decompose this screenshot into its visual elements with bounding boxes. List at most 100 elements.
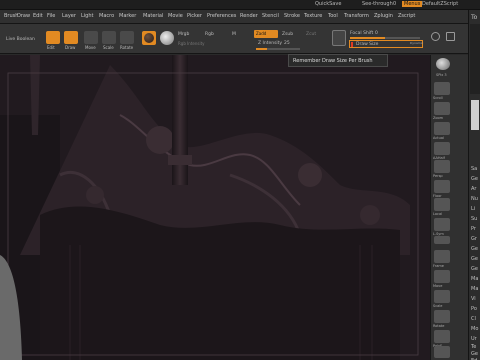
- palette-item-gr[interactable]: Gr: [471, 236, 477, 242]
- draw-label: Draw: [65, 45, 76, 50]
- menu-item-file[interactable]: File: [47, 13, 55, 19]
- palette-item-ge3[interactable]: Ge: [471, 256, 478, 262]
- zcut-button[interactable]: Zcut: [306, 32, 316, 37]
- tool-thumbnail-area[interactable]: [470, 24, 480, 94]
- quicksave-button[interactable]: QuickSave: [315, 1, 341, 7]
- menu-item-marker[interactable]: Marker: [119, 13, 136, 19]
- rotate-view-button[interactable]: [434, 310, 450, 323]
- menu-item-texture[interactable]: Texture: [304, 13, 322, 19]
- zoom-button[interactable]: [434, 102, 450, 115]
- actual-label: Actual: [433, 136, 444, 140]
- menus-button[interactable]: Menus: [402, 1, 423, 7]
- menu-item-edit[interactable]: Edit: [33, 13, 43, 19]
- m-button[interactable]: M: [232, 32, 236, 37]
- palette-item-nu[interactable]: Nu: [471, 196, 478, 202]
- polyf-button[interactable]: [434, 330, 450, 343]
- menu-item-macro[interactable]: Macro: [99, 13, 114, 19]
- palette-item-su[interactable]: Su: [471, 216, 477, 222]
- palette-item-mo[interactable]: Mo: [471, 326, 478, 332]
- live-boolean-button[interactable]: Live Boolean: [6, 37, 35, 42]
- see-through-label[interactable]: See-through: [362, 1, 393, 7]
- rotate-button[interactable]: [120, 31, 134, 44]
- lsym-button[interactable]: [434, 218, 450, 231]
- menu-item-zplugin[interactable]: Zplugin: [374, 13, 393, 19]
- menu-item-draw[interactable]: Draw: [17, 13, 30, 19]
- zoom-label: Zoom: [433, 116, 444, 120]
- draw-button[interactable]: [64, 31, 78, 44]
- tool-preview-icon[interactable]: [471, 100, 479, 130]
- frame-label: Frame: [433, 264, 444, 268]
- palette-item-ge5[interactable]: Ge: [471, 351, 478, 357]
- aahalf-button[interactable]: [434, 142, 450, 155]
- actual-button[interactable]: [434, 122, 450, 135]
- palette-item-ma2[interactable]: Ma: [471, 286, 478, 292]
- palette-item-ge2[interactable]: Ge: [471, 246, 478, 252]
- palette-item-cl[interactable]: Cl: [471, 316, 476, 322]
- menu-item-stroke[interactable]: Stroke: [284, 13, 300, 19]
- palette-item-ur[interactable]: Ur: [471, 336, 477, 342]
- move-view-button[interactable]: [434, 270, 450, 283]
- scale-view-button[interactable]: [434, 290, 450, 303]
- palette-item-po[interactable]: Po: [471, 306, 477, 312]
- menu-item-layer[interactable]: Layer: [62, 13, 76, 19]
- menu-item-picker[interactable]: Picker: [187, 13, 202, 19]
- brush-settings-icon[interactable]: [332, 30, 346, 46]
- xyz-button[interactable]: [434, 236, 450, 244]
- local-button[interactable]: [434, 198, 450, 211]
- menu-item-movie[interactable]: Movie: [168, 13, 183, 19]
- z-intensity-value: 25: [284, 41, 290, 46]
- persp-button[interactable]: [434, 160, 450, 173]
- palette-item-sa[interactable]: Sa: [471, 166, 477, 172]
- palette-item-ge[interactable]: Ge: [471, 176, 478, 182]
- menu-item-preferences[interactable]: Preferences: [207, 13, 236, 19]
- menu-item-material[interactable]: Material: [143, 13, 163, 19]
- menu-item-render[interactable]: Render: [240, 13, 258, 19]
- palette-item-li[interactable]: Li: [471, 206, 475, 212]
- move-view-label: Move: [433, 284, 443, 288]
- focal-shift-label[interactable]: Focal Shift: [350, 31, 373, 36]
- zadd-button[interactable]: Zadd: [254, 30, 278, 38]
- rgb-button[interactable]: Rgb: [205, 32, 214, 37]
- scale-label: Scale: [103, 45, 114, 50]
- edit-button[interactable]: [46, 31, 60, 44]
- z-intensity-label[interactable]: Z Intensity: [258, 41, 282, 46]
- transp-button[interactable]: [434, 346, 450, 358]
- bpr-icon[interactable]: [436, 58, 450, 70]
- menu-item-zscript[interactable]: Zscript: [398, 13, 415, 19]
- scale-button[interactable]: [102, 31, 116, 44]
- spix-label[interactable]: SPix 3: [436, 73, 447, 77]
- document-canvas[interactable]: [0, 55, 430, 360]
- palette-item-te[interactable]: Te: [471, 344, 476, 350]
- menu-item-transform[interactable]: Transform: [344, 13, 369, 19]
- carved-relief-render: [0, 55, 430, 360]
- rgb-intensity-label[interactable]: Rgb Intensity: [178, 41, 205, 46]
- material-sphere-icon[interactable]: [142, 31, 156, 45]
- move-button[interactable]: [84, 31, 98, 44]
- mrgb-button[interactable]: Mrgb: [178, 32, 189, 37]
- palette-item-ar[interactable]: Ar: [471, 186, 476, 192]
- menu-bar: Brush Draw Edit File Layer Light Macro M…: [0, 10, 468, 24]
- palette-item-ma[interactable]: Ma: [471, 276, 478, 282]
- z-intensity-slider[interactable]: [256, 48, 300, 50]
- dynamic-button[interactable]: Dynamic: [410, 41, 423, 45]
- default-script-label[interactable]: DefaultZScript: [422, 1, 458, 7]
- palette-item-vi[interactable]: Vi: [471, 296, 476, 302]
- edit-icon[interactable]: [446, 32, 455, 41]
- palette-item-ge4[interactable]: Ge: [471, 266, 478, 272]
- persp-label: Persp: [433, 174, 443, 178]
- texture-icon[interactable]: [160, 31, 174, 45]
- scroll-label: Scroll: [433, 96, 443, 100]
- scale-view-label: Scale: [433, 304, 443, 308]
- tool-palette: To Sa Ge Ar Nu Li Su Pr Gr Ge Ge Ge Ma M…: [468, 10, 480, 360]
- frame-button[interactable]: [434, 250, 450, 263]
- move-label: Move: [85, 45, 96, 50]
- menu-item-tool[interactable]: Tool: [328, 13, 338, 19]
- focal-shift-slider[interactable]: [350, 37, 420, 39]
- scroll-button[interactable]: [434, 82, 450, 95]
- menu-item-stencil[interactable]: Stencil: [262, 13, 279, 19]
- menu-item-light[interactable]: Light: [81, 13, 93, 19]
- palette-item-pr[interactable]: Pr: [471, 226, 476, 232]
- zsub-button[interactable]: Zsub: [282, 32, 293, 37]
- lightbox-icon[interactable]: [431, 32, 440, 41]
- floor-button[interactable]: [434, 180, 450, 193]
